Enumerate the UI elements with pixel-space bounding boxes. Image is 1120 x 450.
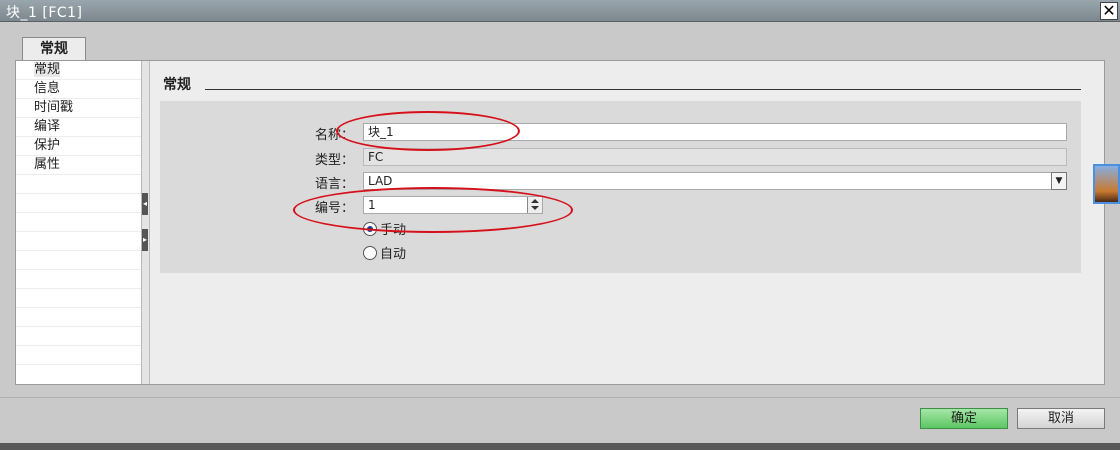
section-title: 常规	[163, 74, 199, 94]
spinner-icon[interactable]	[527, 197, 542, 213]
tab-general[interactable]: 常规	[22, 37, 86, 61]
sidebar-empty-row	[16, 327, 141, 346]
sidebar-empty-row	[16, 346, 141, 365]
name-label: 名称：	[314, 128, 354, 143]
sidebar-item-general[interactable]: 常规	[16, 61, 141, 80]
radio-selected-icon	[363, 221, 377, 236]
sidebar-empty-row	[16, 175, 141, 194]
sidebar-empty-row	[16, 308, 141, 327]
radio-unselected-icon	[363, 245, 377, 260]
sidebar-item-label: 信息	[34, 81, 61, 96]
tab-strip: 常规	[0, 22, 1120, 61]
sidebar-item-attributes[interactable]: 属性	[16, 156, 141, 175]
title-bar: 块_1 [FC1] ✕	[0, 0, 1120, 22]
language-select[interactable]: LAD ▼	[363, 172, 1067, 190]
type-field: FC	[363, 148, 1067, 166]
chevron-left-icon[interactable]: ◂	[142, 193, 148, 215]
language-label: 语言：	[314, 177, 354, 192]
properties-panel: 常规 信息 时间戳 编译 保护 属性 ◂ ▸ 常规 名称： 块_1 类型： FC	[15, 60, 1105, 385]
sidebar-item-timestamp[interactable]: 时间戳	[16, 99, 141, 118]
sidebar-item-label: 常规	[34, 62, 61, 77]
bottom-bar	[0, 443, 1120, 450]
cancel-button[interactable]: 取消	[1017, 408, 1105, 429]
section-divider	[205, 89, 1081, 90]
language-value: LAD	[368, 174, 393, 188]
sidebar-item-compile[interactable]: 编译	[16, 118, 141, 137]
radio-auto[interactable]: 自动	[363, 243, 406, 262]
close-icon[interactable]: ✕	[1100, 2, 1118, 20]
radio-manual-label: 手动	[380, 223, 407, 238]
ok-button[interactable]: 确定	[920, 408, 1008, 429]
form-panel: 名称： 块_1 类型： FC 语言： LAD ▼ 编号： 1 手动 自动	[160, 101, 1081, 273]
sidebar-empty-row	[16, 289, 141, 308]
radio-auto-label: 自动	[380, 247, 407, 262]
window-title: 块_1 [FC1]	[6, 5, 83, 21]
sidebar-item-label: 属性	[34, 157, 61, 172]
sidebar-item-label: 编译	[34, 119, 61, 134]
sidebar-item-protection[interactable]: 保护	[16, 137, 141, 156]
type-label: 类型：	[314, 153, 354, 168]
sidebar-nav: 常规 信息 时间戳 编译 保护 属性	[16, 61, 142, 384]
side-thumbnail[interactable]	[1093, 164, 1120, 204]
number-stepper[interactable]: 1	[363, 196, 543, 214]
sidebar-empty-row	[16, 213, 141, 232]
chevron-down-icon[interactable]: ▼	[1051, 172, 1067, 190]
name-field[interactable]: 块_1	[363, 123, 1067, 141]
number-value: 1	[368, 198, 376, 212]
sidebar-item-label: 时间戳	[34, 100, 74, 115]
sidebar-empty-row	[16, 194, 141, 213]
number-label: 编号：	[314, 201, 354, 216]
sidebar-item-info[interactable]: 信息	[16, 80, 141, 99]
splitter[interactable]: ◂ ▸	[142, 61, 150, 384]
sidebar-empty-row	[16, 232, 141, 251]
sidebar-empty-row	[16, 270, 141, 289]
general-section: 常规 名称： 块_1 类型： FC 语言： LAD ▼ 编号： 1 手动 自动	[160, 67, 1090, 377]
sidebar-item-label: 保护	[34, 138, 61, 153]
radio-manual[interactable]: 手动	[363, 219, 406, 238]
sidebar-empty-row	[16, 251, 141, 270]
chevron-right-icon[interactable]: ▸	[142, 229, 148, 251]
